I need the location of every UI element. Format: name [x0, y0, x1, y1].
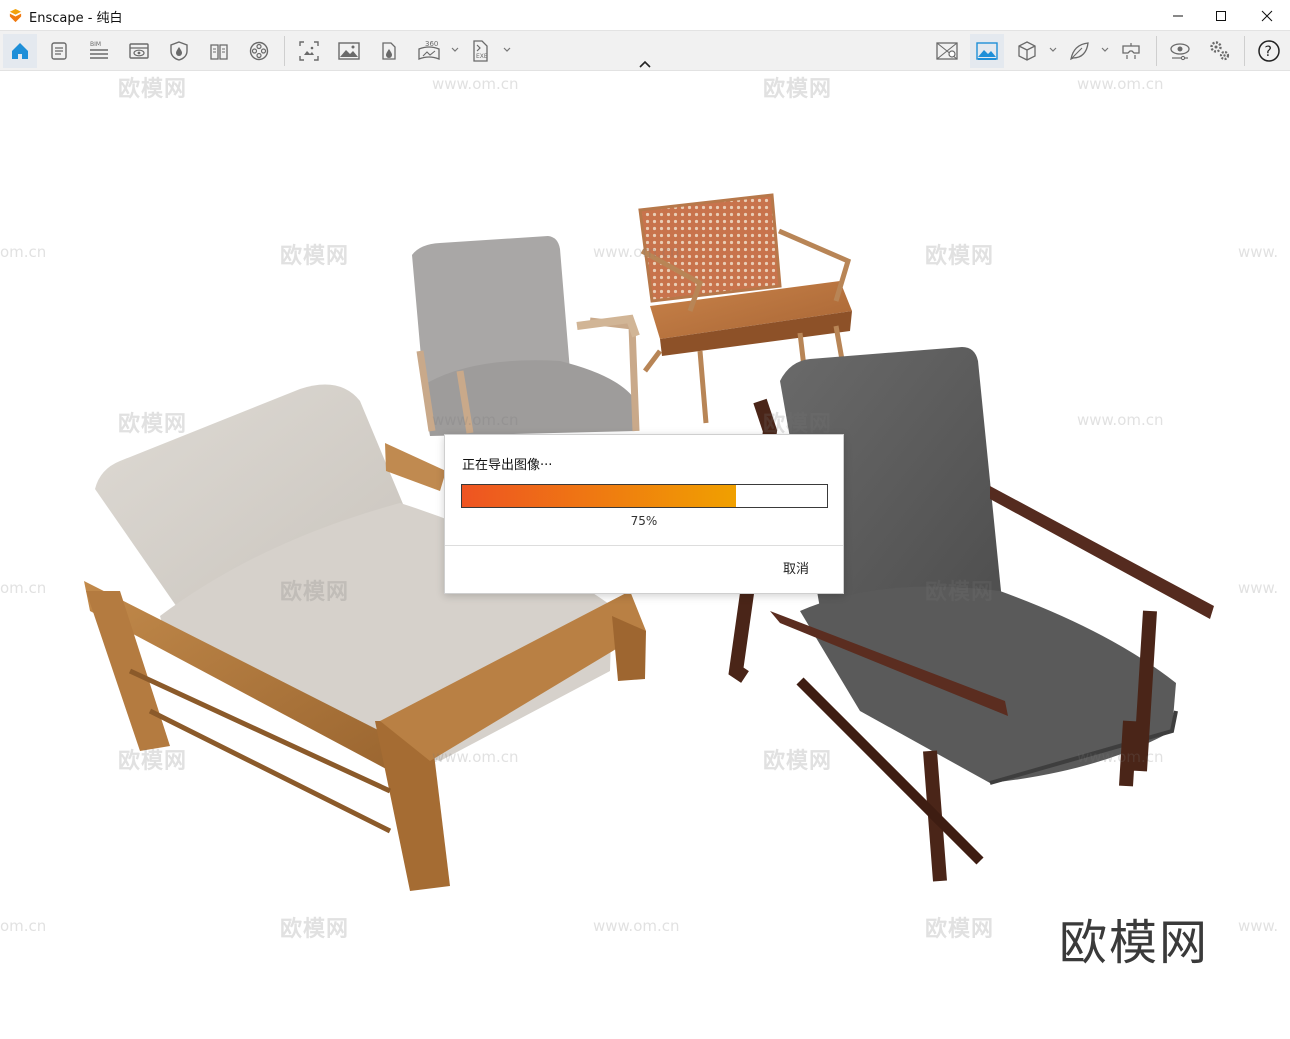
watermark-url: www. [1238, 917, 1279, 935]
minimize-icon [1173, 15, 1183, 16]
watermark-url: www.om.cn [1077, 748, 1164, 766]
cube-icon [1018, 41, 1036, 61]
watermark-url: om.cn [0, 579, 47, 597]
watermark-brand: 欧模网 [925, 580, 995, 605]
cancel-button[interactable]: 取消 [771, 560, 821, 580]
settings-button[interactable] [1203, 34, 1237, 68]
shield-drop-icon [170, 41, 188, 61]
document-icon [51, 42, 67, 60]
export-drop-icon [382, 42, 396, 60]
watermark-url: om.cn [0, 243, 47, 261]
bim-label: BIM [90, 41, 101, 48]
panorama-360-icon: 360 [418, 40, 440, 60]
watermark-brand: 欧模网 [925, 244, 995, 269]
landscape-button[interactable] [332, 34, 366, 68]
progress-percent: 75% [630, 514, 658, 528]
window-title: Enscape - 纯白 [29, 11, 123, 26]
toolbar-separator [284, 36, 285, 66]
dialog-title: 正在导出图像··· [462, 458, 553, 473]
home-button[interactable] [3, 34, 37, 68]
toolbar-separator [1156, 36, 1157, 66]
close-icon [1261, 10, 1273, 21]
chevron-down-icon[interactable] [1100, 45, 1110, 55]
bim-icon: BIM [90, 41, 108, 59]
enscape-window: Enscape - 纯白 BIM 360 EXE ? 欧模网 www.om.cn… [0, 0, 1290, 1039]
film-reel-icon [249, 41, 269, 61]
vr-button[interactable] [1114, 34, 1148, 68]
visual-settings-button[interactable] [1163, 34, 1197, 68]
bim-button[interactable]: BIM [82, 34, 116, 68]
map-button[interactable] [930, 34, 964, 68]
chevron-down-icon[interactable] [1048, 45, 1058, 55]
close-button[interactable] [1244, 0, 1290, 31]
leaf-icon [1070, 42, 1089, 61]
watermark-url: www.om.cn [593, 243, 680, 261]
watermark-url: www.om.cn [432, 411, 519, 429]
help-button[interactable]: ? [1252, 34, 1286, 68]
watermark-url: www. [1238, 579, 1279, 597]
chevron-up-icon[interactable] [637, 58, 653, 70]
book-icon [210, 44, 228, 60]
exe-label: EXE [476, 53, 488, 60]
watermark-url: www.om.cn [432, 748, 519, 766]
watermark-url: www.om.cn [1077, 411, 1164, 429]
watermark-url: www.om.cn [593, 917, 680, 935]
watermark-brand: 欧模网 [280, 580, 350, 605]
image-settings-button[interactable] [970, 34, 1004, 68]
cube-button[interactable] [1010, 34, 1044, 68]
screenshot-button[interactable] [292, 34, 326, 68]
grey-fabric-chair [412, 236, 640, 436]
watermark-url: www. [1238, 243, 1279, 261]
watermark-url: om.cn [0, 917, 47, 935]
screenshot-icon [299, 41, 319, 61]
watermark-brand: 欧模网 [118, 77, 188, 102]
enscape-logo-icon [9, 8, 22, 23]
watermark-brand: 欧模网 [280, 917, 350, 942]
minimize-button[interactable] [1155, 0, 1201, 31]
help-label: ? [1265, 44, 1272, 60]
chevron-down-icon[interactable] [502, 45, 512, 55]
export-drop-button[interactable] [372, 34, 406, 68]
watermark-brand: 欧模网 [280, 244, 350, 269]
watermark-brand: 欧模网 [118, 412, 188, 437]
panorama-button[interactable]: 360 [412, 34, 446, 68]
watermark-brand: 欧模网 [763, 77, 833, 102]
title-bar[interactable]: Enscape - 纯白 [0, 0, 1290, 31]
watermark-logo-large: 欧模网 [1059, 915, 1210, 971]
view-eye-icon [129, 43, 149, 59]
book-button[interactable] [202, 34, 236, 68]
progress-bar-fill [462, 485, 736, 507]
home-icon [12, 43, 28, 59]
vr-headset-icon [1122, 43, 1140, 59]
watermark-brand: 欧模网 [925, 917, 995, 942]
leaf-button[interactable] [1062, 34, 1096, 68]
video-button[interactable] [242, 34, 276, 68]
maximize-icon [1216, 10, 1226, 21]
maximize-button[interactable] [1198, 0, 1244, 31]
progress-bar [461, 484, 828, 508]
export-exe-button[interactable]: EXE [464, 34, 498, 68]
dialog-divider [445, 545, 843, 546]
view-button[interactable] [122, 34, 156, 68]
shield-button[interactable] [162, 34, 196, 68]
watermark-brand: 欧模网 [118, 749, 188, 774]
help-icon: ? [1258, 40, 1280, 62]
watermark-url: www.om.cn [432, 75, 519, 93]
watermark-brand: 欧模网 [763, 749, 833, 774]
gears-icon [1210, 41, 1230, 61]
document-button[interactable] [42, 34, 76, 68]
toolbar-separator [1244, 36, 1245, 66]
image-landscape-icon [976, 42, 998, 60]
export-exe-icon: EXE [473, 40, 488, 62]
landscape-icon [338, 42, 360, 60]
map-icon [936, 42, 958, 60]
chevron-down-icon[interactable] [450, 45, 460, 55]
watermark-url: www.om.cn [1077, 75, 1164, 93]
export-progress-dialog: 正在导出图像··· 75% 取消 [444, 434, 844, 594]
eye-settings-icon [1170, 43, 1190, 61]
